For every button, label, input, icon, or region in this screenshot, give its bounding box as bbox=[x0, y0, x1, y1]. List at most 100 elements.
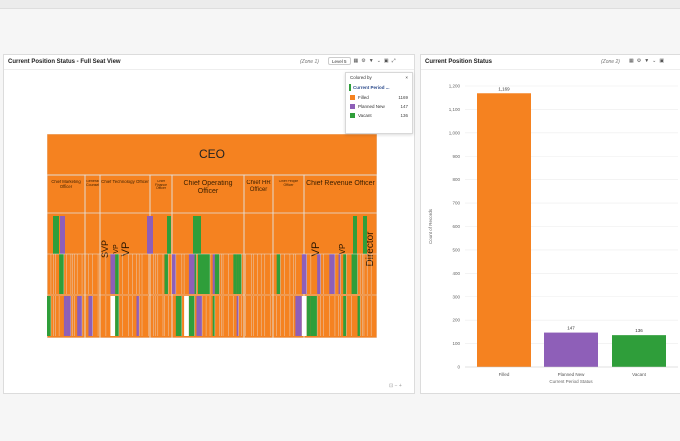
seat-cell bbox=[167, 216, 171, 254]
ceo-node bbox=[47, 134, 377, 338]
y-tick-label: 900 bbox=[452, 154, 460, 159]
legend-item-planned[interactable]: Planned New 147 bbox=[346, 102, 412, 111]
y-tick-label: 500 bbox=[452, 247, 460, 252]
seat-cell bbox=[338, 254, 341, 294]
seat-cell bbox=[175, 296, 182, 336]
x-axis-label: Current Period Status bbox=[549, 379, 593, 384]
ceo-label: CEO bbox=[199, 147, 225, 161]
y-tick-label: 800 bbox=[452, 177, 460, 182]
zone-label: (Zone 1) bbox=[300, 59, 319, 65]
data-label: 136 bbox=[635, 328, 643, 333]
seat-cell bbox=[110, 296, 116, 336]
org-sublabel: VP bbox=[113, 244, 120, 254]
seat-cell bbox=[63, 296, 67, 336]
legend-count: 1169 bbox=[398, 95, 408, 100]
export-icon[interactable]: ▣ bbox=[384, 57, 389, 65]
seat-cell bbox=[196, 296, 203, 336]
seat-cell bbox=[357, 296, 361, 336]
resize-icon[interactable]: ⊡ − + bbox=[389, 383, 402, 389]
seat-cell bbox=[212, 254, 215, 294]
seat-cell bbox=[47, 296, 51, 336]
close-icon[interactable]: × bbox=[405, 75, 408, 80]
legend-item-vacant[interactable]: Vacant 136 bbox=[346, 111, 412, 120]
swatch bbox=[350, 95, 355, 100]
seat-cell bbox=[301, 296, 307, 336]
x-tick-label: Planned New bbox=[558, 372, 586, 377]
org-treemap[interactable]: CEO Chief Marketing Officer General Counse… bbox=[47, 134, 377, 338]
header-divider bbox=[4, 69, 414, 70]
org-label-box: Chief Technology Officer bbox=[101, 180, 149, 184]
org-sublabel: VP bbox=[338, 244, 347, 255]
expand-icon[interactable]: ⤢ bbox=[392, 57, 396, 65]
seat-cell bbox=[212, 296, 215, 336]
swatch bbox=[350, 104, 355, 109]
seat-cell bbox=[233, 254, 237, 294]
org-label-box: Chief Operating Officer bbox=[183, 180, 233, 195]
bar-filled bbox=[477, 93, 531, 368]
seat-cell bbox=[329, 254, 335, 294]
legend-count: 147 bbox=[400, 104, 408, 109]
org-label: Chief Technology Officer bbox=[101, 180, 149, 184]
y-tick-label: 100 bbox=[452, 341, 460, 346]
seat-cell bbox=[59, 254, 64, 294]
seat-cell bbox=[310, 296, 318, 336]
legend-item-filled[interactable]: Filled 1169 bbox=[346, 93, 412, 102]
seat-cell bbox=[188, 296, 195, 336]
y-tick-label: 1,000 bbox=[449, 130, 461, 135]
seat-cell bbox=[194, 254, 197, 294]
legend-label: Planned New bbox=[358, 104, 385, 109]
x-tick-label: Vacant bbox=[632, 372, 646, 377]
y-tick-label: 0 bbox=[457, 365, 460, 370]
table-icon[interactable]: ▦ bbox=[354, 57, 359, 65]
seat-cell bbox=[77, 296, 83, 336]
org-label-box: Chief People Officer bbox=[279, 180, 298, 187]
seat-cell bbox=[295, 296, 302, 336]
seat-cell bbox=[276, 254, 281, 294]
seat-cell bbox=[164, 254, 169, 294]
seat-cell bbox=[198, 254, 208, 294]
org-label-box: General Counsel bbox=[86, 180, 100, 187]
swatch bbox=[350, 113, 355, 118]
seat-cell bbox=[236, 254, 239, 294]
seat-cell bbox=[317, 254, 321, 294]
seat-cell bbox=[193, 216, 201, 254]
bar-vacant bbox=[612, 335, 666, 367]
gear-icon[interactable]: ⚙ bbox=[361, 57, 365, 65]
seat-cell bbox=[136, 296, 140, 336]
org-label-box: Chief Finance Officer bbox=[154, 180, 168, 191]
seat-cell bbox=[343, 296, 347, 336]
org-label: General Counsel bbox=[86, 180, 100, 187]
y-tick-label: 400 bbox=[452, 271, 460, 276]
legend-field[interactable]: Current Period ... bbox=[349, 84, 409, 91]
seat-cell bbox=[88, 296, 93, 336]
y-tick-label: 1,200 bbox=[449, 84, 461, 89]
org-sublabel: SVP bbox=[100, 240, 110, 258]
seat-cell bbox=[172, 254, 176, 294]
seat-cell bbox=[147, 216, 153, 254]
bar-planned-new bbox=[544, 332, 598, 367]
y-tick-label: 200 bbox=[452, 318, 460, 323]
filter-icon[interactable]: ▼ bbox=[369, 57, 374, 65]
seat-cell bbox=[236, 296, 239, 336]
seat-cell bbox=[115, 254, 119, 294]
seat-cell bbox=[188, 254, 195, 294]
y-axis-label: Count of Records bbox=[428, 208, 433, 244]
org-label: Chief Operating Officer bbox=[183, 180, 233, 195]
y-tick-label: 700 bbox=[452, 201, 460, 206]
org-label: Chief HR Officer bbox=[246, 180, 271, 193]
y-tick-label: 300 bbox=[452, 294, 460, 299]
panel-title: Current Position Status - Full Seat View bbox=[8, 59, 121, 65]
org-label: Chief Revenue Officer bbox=[306, 180, 375, 187]
seat-cell bbox=[363, 216, 367, 254]
seat-cell bbox=[115, 296, 119, 336]
x-tick-label: Filled bbox=[499, 372, 510, 377]
seat-cell bbox=[53, 216, 59, 254]
level-select[interactable]: Level 5 bbox=[328, 57, 351, 65]
seat-cell bbox=[184, 296, 189, 336]
chevron-down-icon[interactable]: ⌄ bbox=[377, 57, 381, 65]
data-label: 1,169 bbox=[498, 86, 510, 91]
seat-cell bbox=[60, 216, 65, 254]
org-label: Chief Finance Officer bbox=[154, 180, 168, 191]
legend-label: Vacant bbox=[358, 113, 372, 118]
legend-label: Filled bbox=[358, 95, 369, 100]
